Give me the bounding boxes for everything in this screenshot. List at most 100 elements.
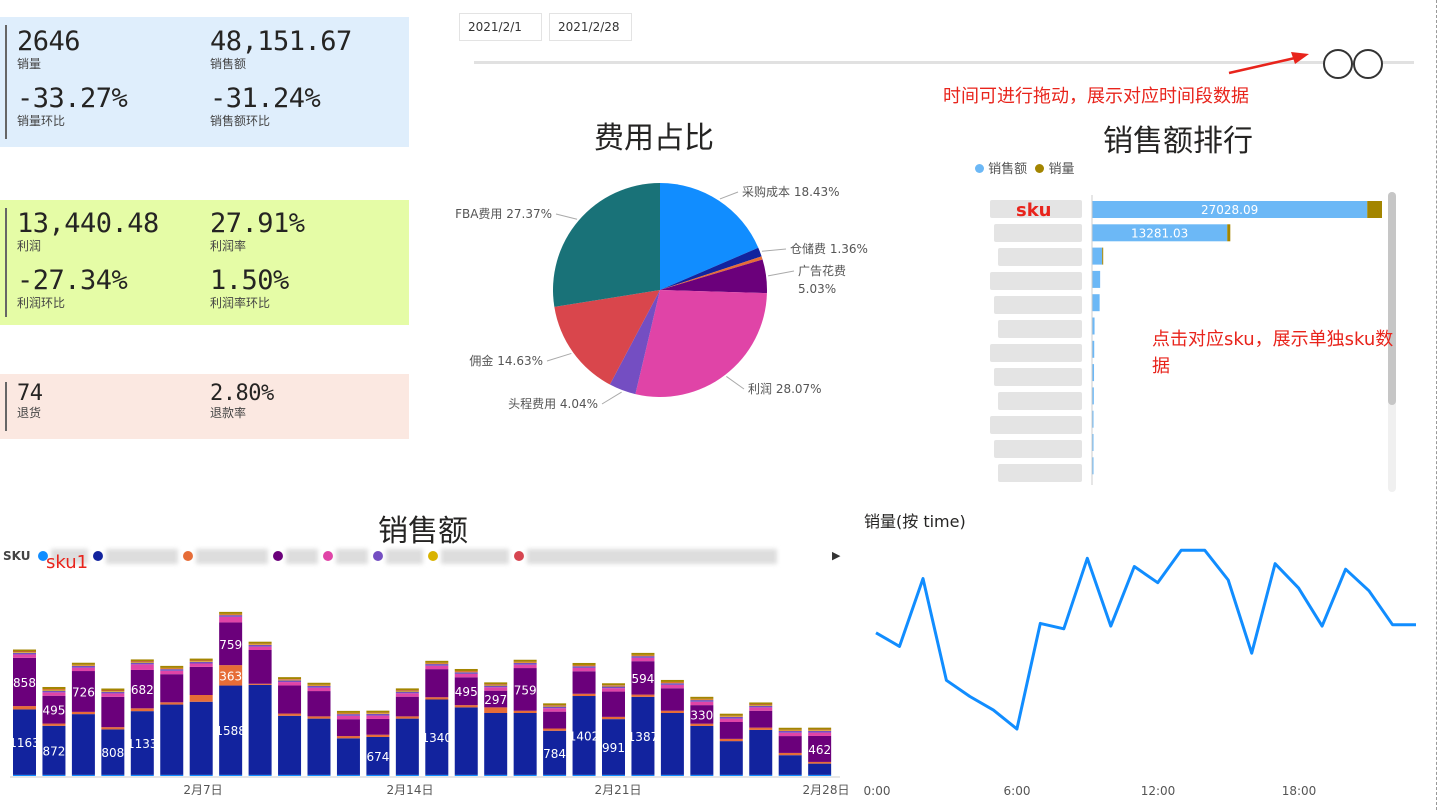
legend-dot-icon[interactable] <box>323 551 333 561</box>
stack-segment[interactable] <box>71 774 95 776</box>
stack-top-segment[interactable] <box>690 696 714 699</box>
stack-segment[interactable] <box>631 656 655 658</box>
stack-segment[interactable] <box>572 693 596 697</box>
stack-segment[interactable] <box>484 684 508 686</box>
stack-top-segment[interactable] <box>42 686 66 689</box>
legend-dot-icon[interactable] <box>273 551 283 561</box>
stack-segment[interactable] <box>101 727 125 730</box>
stack-top-segment[interactable] <box>336 710 360 713</box>
stack-segment[interactable] <box>101 696 125 728</box>
legend-label-blur[interactable] <box>441 549 509 564</box>
stack-segment[interactable] <box>778 752 802 756</box>
stack-segment[interactable] <box>366 774 390 776</box>
date-slider-handle-end[interactable] <box>1353 49 1383 79</box>
stack-segment[interactable] <box>42 690 66 693</box>
stack-segment[interactable] <box>660 688 684 711</box>
stack-segment[interactable] <box>425 663 449 665</box>
stack-segment[interactable] <box>278 679 302 681</box>
stack-segment[interactable] <box>719 774 743 776</box>
stack-segment[interactable] <box>13 652 36 653</box>
stack-segment[interactable] <box>425 697 449 700</box>
stack-segment[interactable] <box>719 715 743 717</box>
stack-segment[interactable] <box>513 713 537 775</box>
pie-chart[interactable]: 采购成本 18.43% 仓储费 1.36% 广告花费 5.03% 利润 28.07% 头程… <box>430 160 880 430</box>
stack-segment[interactable] <box>778 755 802 775</box>
stack-segment[interactable] <box>602 691 625 717</box>
legend-dot-icon[interactable] <box>373 551 383 561</box>
stack-top-segment[interactable] <box>395 688 419 691</box>
stack-segment[interactable] <box>307 718 331 775</box>
stack-segment[interactable] <box>395 696 419 717</box>
stack-segment[interactable] <box>778 729 802 731</box>
stack-segment[interactable] <box>454 705 478 708</box>
stack-segment[interactable] <box>101 774 125 776</box>
ranking-bar-qty[interactable] <box>1227 224 1231 242</box>
stack-segment[interactable] <box>602 685 625 687</box>
stack-segment[interactable] <box>808 732 832 736</box>
stack-segment[interactable] <box>248 644 272 647</box>
stack-segment[interactable] <box>631 654 655 656</box>
stack-segment[interactable] <box>189 661 213 664</box>
stack-segment[interactable] <box>572 666 596 668</box>
stack-top-segment[interactable] <box>602 683 625 686</box>
stack-segment[interactable] <box>660 713 684 775</box>
stack-segment[interactable] <box>454 673 478 678</box>
stack-segment[interactable] <box>454 707 478 775</box>
stack-segment[interactable] <box>660 684 684 689</box>
stack-segment[interactable] <box>425 664 449 666</box>
stack-segment[interactable] <box>660 682 684 684</box>
stack-segment[interactable] <box>278 685 302 714</box>
stack-segment[interactable] <box>808 730 832 731</box>
stack-segment[interactable] <box>543 728 567 731</box>
stack-segment[interactable] <box>71 664 95 666</box>
stack-top-segment[interactable] <box>307 682 331 685</box>
stack-top-segment[interactable] <box>425 660 449 663</box>
legend-label-blur[interactable] <box>106 549 178 564</box>
stack-segment[interactable] <box>719 738 743 742</box>
stack-segment[interactable] <box>749 705 773 706</box>
stack-segment[interactable] <box>71 667 95 672</box>
stack-segment[interactable] <box>690 723 714 726</box>
stack-segment[interactable] <box>160 668 184 670</box>
stack-top-segment[interactable] <box>454 668 478 671</box>
stack-top-segment[interactable] <box>572 662 596 665</box>
stack-segment[interactable] <box>366 718 390 735</box>
stack-segment[interactable] <box>366 713 390 714</box>
stack-segment[interactable] <box>572 667 596 672</box>
stack-segment[interactable] <box>13 774 36 776</box>
stack-segment[interactable] <box>602 716 625 720</box>
stack-top-segment[interactable] <box>248 641 272 644</box>
stack-segment[interactable] <box>719 722 743 739</box>
stack-segment[interactable] <box>101 690 125 692</box>
stack-segment[interactable] <box>71 714 95 775</box>
pie-slice[interactable] <box>553 183 660 307</box>
stack-segment[interactable] <box>719 718 743 722</box>
legend-dot-icon[interactable] <box>93 551 103 561</box>
stack-segment[interactable] <box>307 774 331 776</box>
stack-segment[interactable] <box>130 708 154 712</box>
legend-label-blur[interactable] <box>286 549 318 564</box>
stack-top-segment[interactable] <box>778 727 802 730</box>
legend-label-blur[interactable] <box>386 549 423 564</box>
stack-segment[interactable] <box>160 702 184 705</box>
stack-segment[interactable] <box>690 700 714 702</box>
stack-segment[interactable] <box>778 730 802 731</box>
stack-top-segment[interactable] <box>130 659 154 662</box>
ranking-bar-qty[interactable] <box>1367 201 1382 218</box>
stack-segment[interactable] <box>248 683 272 685</box>
stack-segment[interactable] <box>484 707 508 713</box>
stack-segment[interactable] <box>366 712 390 714</box>
stack-segment[interactable] <box>307 685 331 686</box>
stack-segment[interactable] <box>189 661 213 662</box>
stack-segment[interactable] <box>278 715 302 775</box>
stack-segment[interactable] <box>189 663 213 667</box>
sku-legend[interactable] <box>38 549 828 569</box>
stack-segment[interactable] <box>572 774 596 776</box>
stack-segment[interactable] <box>572 671 596 694</box>
stack-segment[interactable] <box>572 665 596 667</box>
stack-segment[interactable] <box>71 665 95 668</box>
stack-segment[interactable] <box>189 695 213 702</box>
stack-segment[interactable] <box>660 683 684 685</box>
legend-dot-icon[interactable] <box>514 551 524 561</box>
stack-top-segment[interactable] <box>189 658 213 661</box>
